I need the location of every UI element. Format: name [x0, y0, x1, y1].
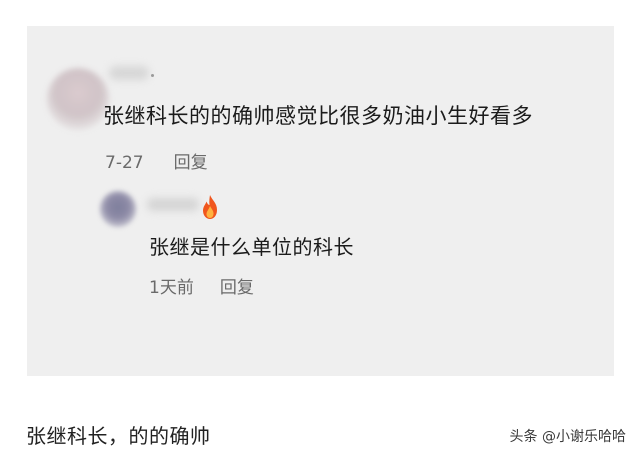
commenter-name-blurred[interactable] [109, 66, 149, 80]
reply-reply-button[interactable]: 回复 [220, 278, 254, 298]
reply-comment-text: 张继是什么单位的科长 [149, 235, 354, 259]
reply-button[interactable]: 回复 [174, 153, 208, 173]
reply-comment-meta: 1天前 回复 [149, 273, 254, 298]
reply-comment-time: 1天前 [149, 278, 194, 298]
source-watermark: 头条 @小谢乐哈哈 [509, 429, 626, 445]
comment-date: 7-27 [105, 153, 144, 173]
comment-text: 张继科长的的确帅感觉比很多奶油小生好看多 [103, 104, 533, 128]
name-dot [151, 74, 154, 77]
reply-avatar[interactable] [100, 191, 136, 227]
comment-screenshot: 张继科长的的确帅感觉比很多奶油小生好看多 7-27 回复 张继是什么单位的科长 1… [27, 26, 614, 376]
commenter-avatar[interactable] [47, 68, 109, 130]
article-page: 张继科长的的确帅感觉比很多奶油小生好看多 7-27 回复 张继是什么单位的科长 1… [0, 0, 640, 460]
comment-meta: 7-27 回复 [105, 148, 208, 173]
fire-icon [203, 195, 217, 219]
article-caption: 张继科长，的的确帅 [26, 424, 211, 448]
reply-name-blurred[interactable] [147, 198, 199, 211]
